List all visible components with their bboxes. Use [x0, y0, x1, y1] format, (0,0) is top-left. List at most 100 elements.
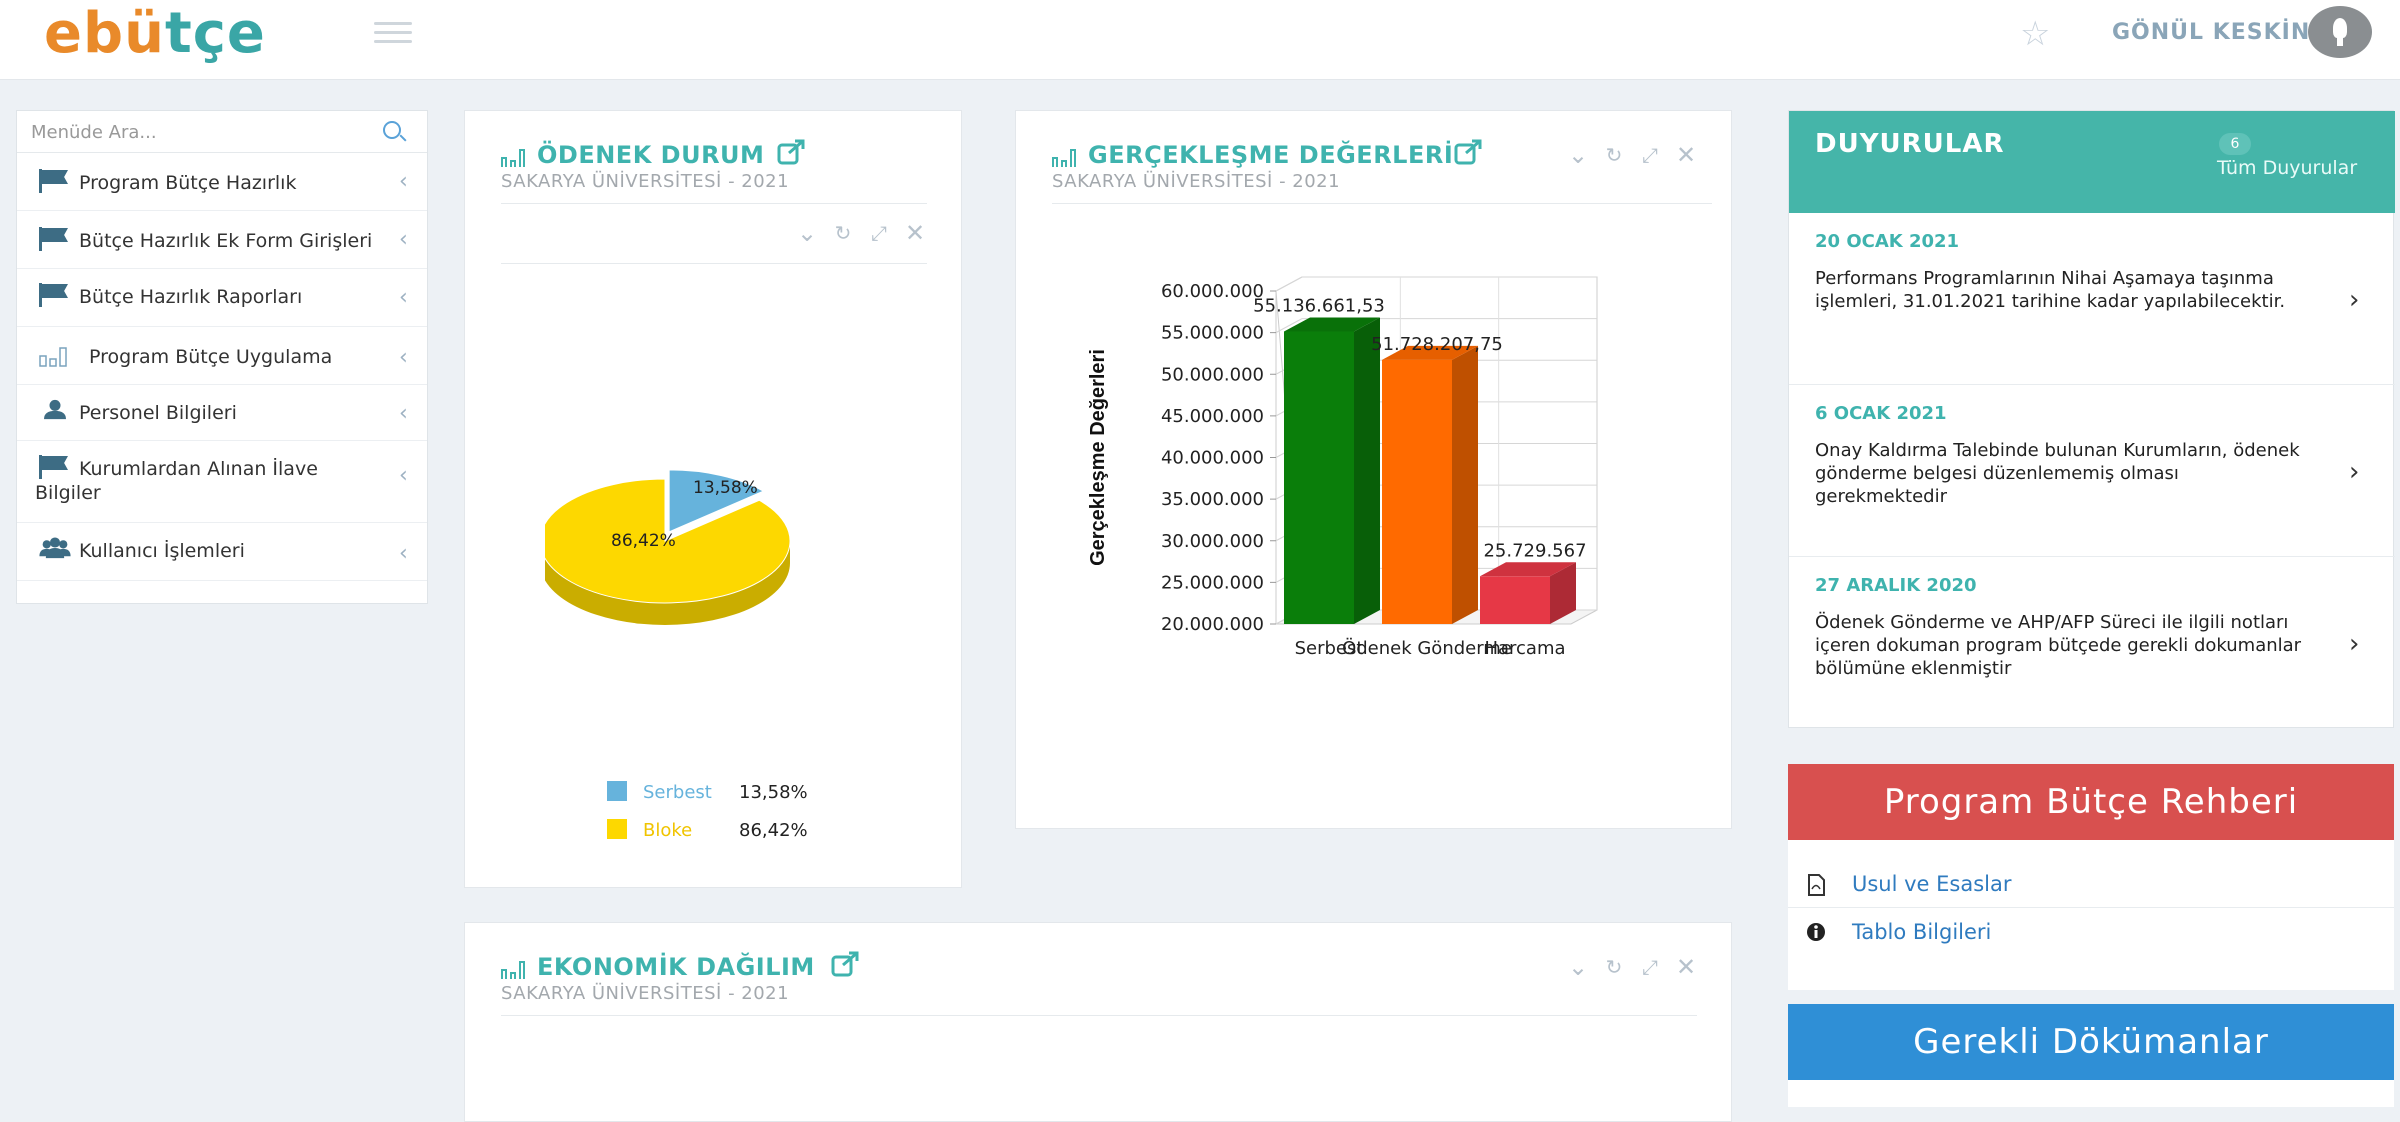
widget-title: ÖDENEK DURUM: [537, 141, 765, 169]
favorite-star-icon[interactable]: ☆: [2020, 14, 2050, 54]
chevron-left-icon: ‹: [399, 169, 408, 194]
expand-icon[interactable]: ⤢: [867, 221, 891, 245]
gerceklesme-degerleri-widget: GERÇEKLEŞME DEĞERLERİ SAKARYA ÜNİVERSİTE…: [1015, 110, 1732, 829]
flag-icon: [39, 227, 71, 251]
announcement-item[interactable]: 6 OCAK 2021 Onay Kaldırma Talebinde bulu…: [1789, 385, 2395, 557]
sidebar-item-label: Bütçe Hazırlık Ek Form Girişleri: [79, 230, 373, 252]
widget-controls: ⌄ ↻ ⤢ ✕: [1566, 955, 1696, 981]
sidebar-item-personel-bilgileri[interactable]: Personel Bilgileri ‹: [17, 385, 427, 441]
refresh-icon[interactable]: ↻: [1602, 143, 1626, 167]
gerceklesme-bar-chart: 20.000.000 25.000.000 30.000.000 35.000.000…: [1087, 276, 1598, 659]
bar-chart-icon: [501, 959, 529, 979]
menu-search-input[interactable]: [29, 119, 369, 145]
usul-esaslar-link[interactable]: Usul ve Esaslar: [1852, 872, 2012, 896]
y-tick-label: 45.000.000: [1161, 406, 1264, 427]
user-avatar[interactable]: [2308, 6, 2372, 58]
chevron-left-icon: ‹: [399, 401, 408, 426]
top-header: ebütçe ☆ GÖNÜL KESKİN: [0, 0, 2400, 80]
widget-subtitle: SAKARYA ÜNİVERSİTESİ - 2021: [501, 171, 790, 192]
widget-title: GERÇEKLEŞME DEĞERLERİ: [1088, 141, 1454, 169]
announcement-item[interactable]: 27 ARALIK 2020 Ödenek Gönderme ve AHP/AF…: [1789, 557, 2395, 727]
sidebar-item-label: Kullanıcı İşlemleri: [79, 540, 245, 562]
expand-icon[interactable]: ⤢: [1638, 143, 1662, 167]
logo-text-part1: ebü: [44, 1, 165, 66]
collapse-icon[interactable]: ⌄: [1566, 143, 1590, 167]
pie-data-label: 86,42%: [611, 531, 676, 551]
sidebar-item-ek-form-girisleri[interactable]: Bütçe Hazırlık Ek Form Girişleri ‹: [17, 211, 427, 269]
sidebar-item-label: Kurumlardan Alınan İlave: [79, 458, 318, 480]
refresh-icon[interactable]: ↻: [831, 221, 855, 245]
announcements-header: DUYURULAR 6 Tüm Duyurular: [1789, 111, 2395, 213]
collapse-icon[interactable]: ⌄: [1566, 955, 1590, 979]
ebutce-logo[interactable]: ebütçe: [44, 6, 266, 62]
close-icon[interactable]: ✕: [1674, 955, 1698, 979]
announcements-count-badge: 6: [2219, 133, 2251, 155]
widget-controls: ⌄ ↻ ⤢ ✕: [795, 221, 925, 247]
bar-chart-icon: [501, 147, 529, 167]
collapse-icon[interactable]: ⌄: [795, 221, 819, 245]
y-tick-label: 50.000.000: [1161, 364, 1264, 385]
external-link-icon[interactable]: [1454, 139, 1484, 165]
chevron-left-icon: ‹: [399, 463, 408, 488]
gerekli-dokumanlar-body: [1788, 1080, 2394, 1107]
odenek-durum-widget: ÖDENEK DURUM SAKARYA ÜNİVERSİTESİ - 2021…: [464, 110, 962, 888]
username-label[interactable]: GÖNÜL KESKİN: [2112, 20, 2310, 45]
bar-0[interactable]: [1284, 317, 1380, 624]
chevron-left-icon: ‹: [399, 345, 408, 370]
chevron-right-icon[interactable]: ›: [2349, 285, 2359, 315]
expand-icon[interactable]: ⤢: [1638, 955, 1662, 979]
widget-subtitle: SAKARYA ÜNİVERSİTESİ - 2021: [501, 983, 790, 1004]
program-butce-rehberi-links: Usul ve Esaslar Tablo Bilgileri: [1788, 840, 2394, 990]
close-icon[interactable]: ✕: [903, 221, 927, 245]
legend-label-serbest[interactable]: Serbest: [643, 782, 712, 803]
announcement-text: Ödenek Gönderme ve AHP/AFP Süreci ile il…: [1815, 612, 2302, 679]
pdf-file-icon: [1808, 874, 1825, 896]
sidebar-menu: Program Bütçe Hazırlık ‹ Bütçe Hazırlık …: [16, 110, 428, 604]
sidebar-item-program-butce-hazirlik[interactable]: Program Bütçe Hazırlık ‹: [17, 153, 427, 211]
flag-icon: [39, 455, 71, 479]
legend-label-bloke[interactable]: Bloke: [643, 820, 692, 841]
refresh-icon[interactable]: ↻: [1602, 955, 1626, 979]
chevron-right-icon[interactable]: ›: [2349, 629, 2359, 659]
y-tick-label: 35.000.000: [1161, 489, 1264, 510]
close-icon[interactable]: ✕: [1674, 143, 1698, 167]
sidebar-item-hazirlik-raporlari[interactable]: Bütçe Hazırlık Raporları ‹: [17, 269, 427, 327]
odenek-pie-chart: 13,58% 86,42%: [545, 469, 791, 625]
announcement-date: 27 ARALIK 2020: [1815, 575, 1977, 596]
announcement-text: Onay Kaldırma Talebinde bulunan Kurumlar…: [1815, 440, 2300, 507]
tablo-bilgileri-row[interactable]: Tablo Bilgileri: [1788, 908, 2394, 956]
chevron-left-icon: ‹: [399, 227, 408, 252]
all-announcements-link[interactable]: Tüm Duyurular: [2217, 157, 2357, 179]
logo-text-part2: tçe: [164, 1, 266, 66]
x-tick-label: Harcama: [1484, 638, 1565, 659]
external-link-icon[interactable]: [831, 951, 861, 977]
chevron-left-icon: ‹: [399, 541, 408, 566]
announcement-date: 20 OCAK 2021: [1815, 231, 1960, 252]
announcement-text: Performans Programlarının Nihai Aşamaya …: [1815, 268, 2286, 312]
bar-data-label: 55.136.661,53: [1253, 295, 1385, 316]
y-axis-title: Gerçekleşme Değerleri: [1087, 349, 1109, 566]
bar-1[interactable]: [1382, 345, 1478, 624]
bar-2[interactable]: [1480, 562, 1576, 624]
tablo-bilgileri-link[interactable]: Tablo Bilgileri: [1852, 920, 1991, 944]
chevron-right-icon[interactable]: ›: [2349, 457, 2359, 487]
sidebar-item-kurumlardan-alinan[interactable]: Kurumlardan Alınan İlave Bilgiler ‹: [17, 441, 427, 523]
sidebar-item-label: Program Bütçe Uygulama: [89, 346, 333, 368]
usul-esaslar-row[interactable]: Usul ve Esaslar: [1788, 860, 2394, 908]
program-butce-rehberi-header: Program Bütçe Rehberi: [1788, 764, 2394, 840]
announcements-title: DUYURULAR: [1815, 129, 2005, 159]
bar-chart-icon: [1052, 147, 1080, 167]
external-link-icon[interactable]: [777, 139, 807, 165]
announcement-item[interactable]: 20 OCAK 2021 Performans Programlarının N…: [1789, 213, 2395, 385]
users-icon: [39, 537, 71, 559]
pie-data-label: 13,58%: [693, 478, 758, 498]
legend-value-bloke: 86,42%: [739, 820, 808, 841]
y-tick-label: 40.000.000: [1161, 448, 1264, 469]
gerekli-dokumanlar-header[interactable]: Gerekli Dökümanlar: [1788, 1004, 2394, 1080]
search-icon[interactable]: [383, 121, 401, 139]
announcements-panel: DUYURULAR 6 Tüm Duyurular 20 OCAK 2021 P…: [1788, 110, 2395, 728]
menu-toggle-icon[interactable]: [374, 22, 412, 44]
sidebar-item-program-butce-uygulama[interactable]: Program Bütçe Uygulama ‹: [17, 327, 427, 385]
ekonomik-dagilim-widget: EKONOMİK DAĞILIM SAKARYA ÜNİVERSİTESİ - …: [464, 922, 1732, 1122]
sidebar-item-kullanici-islemleri[interactable]: Kullanıcı İşlemleri ‹: [17, 523, 427, 581]
